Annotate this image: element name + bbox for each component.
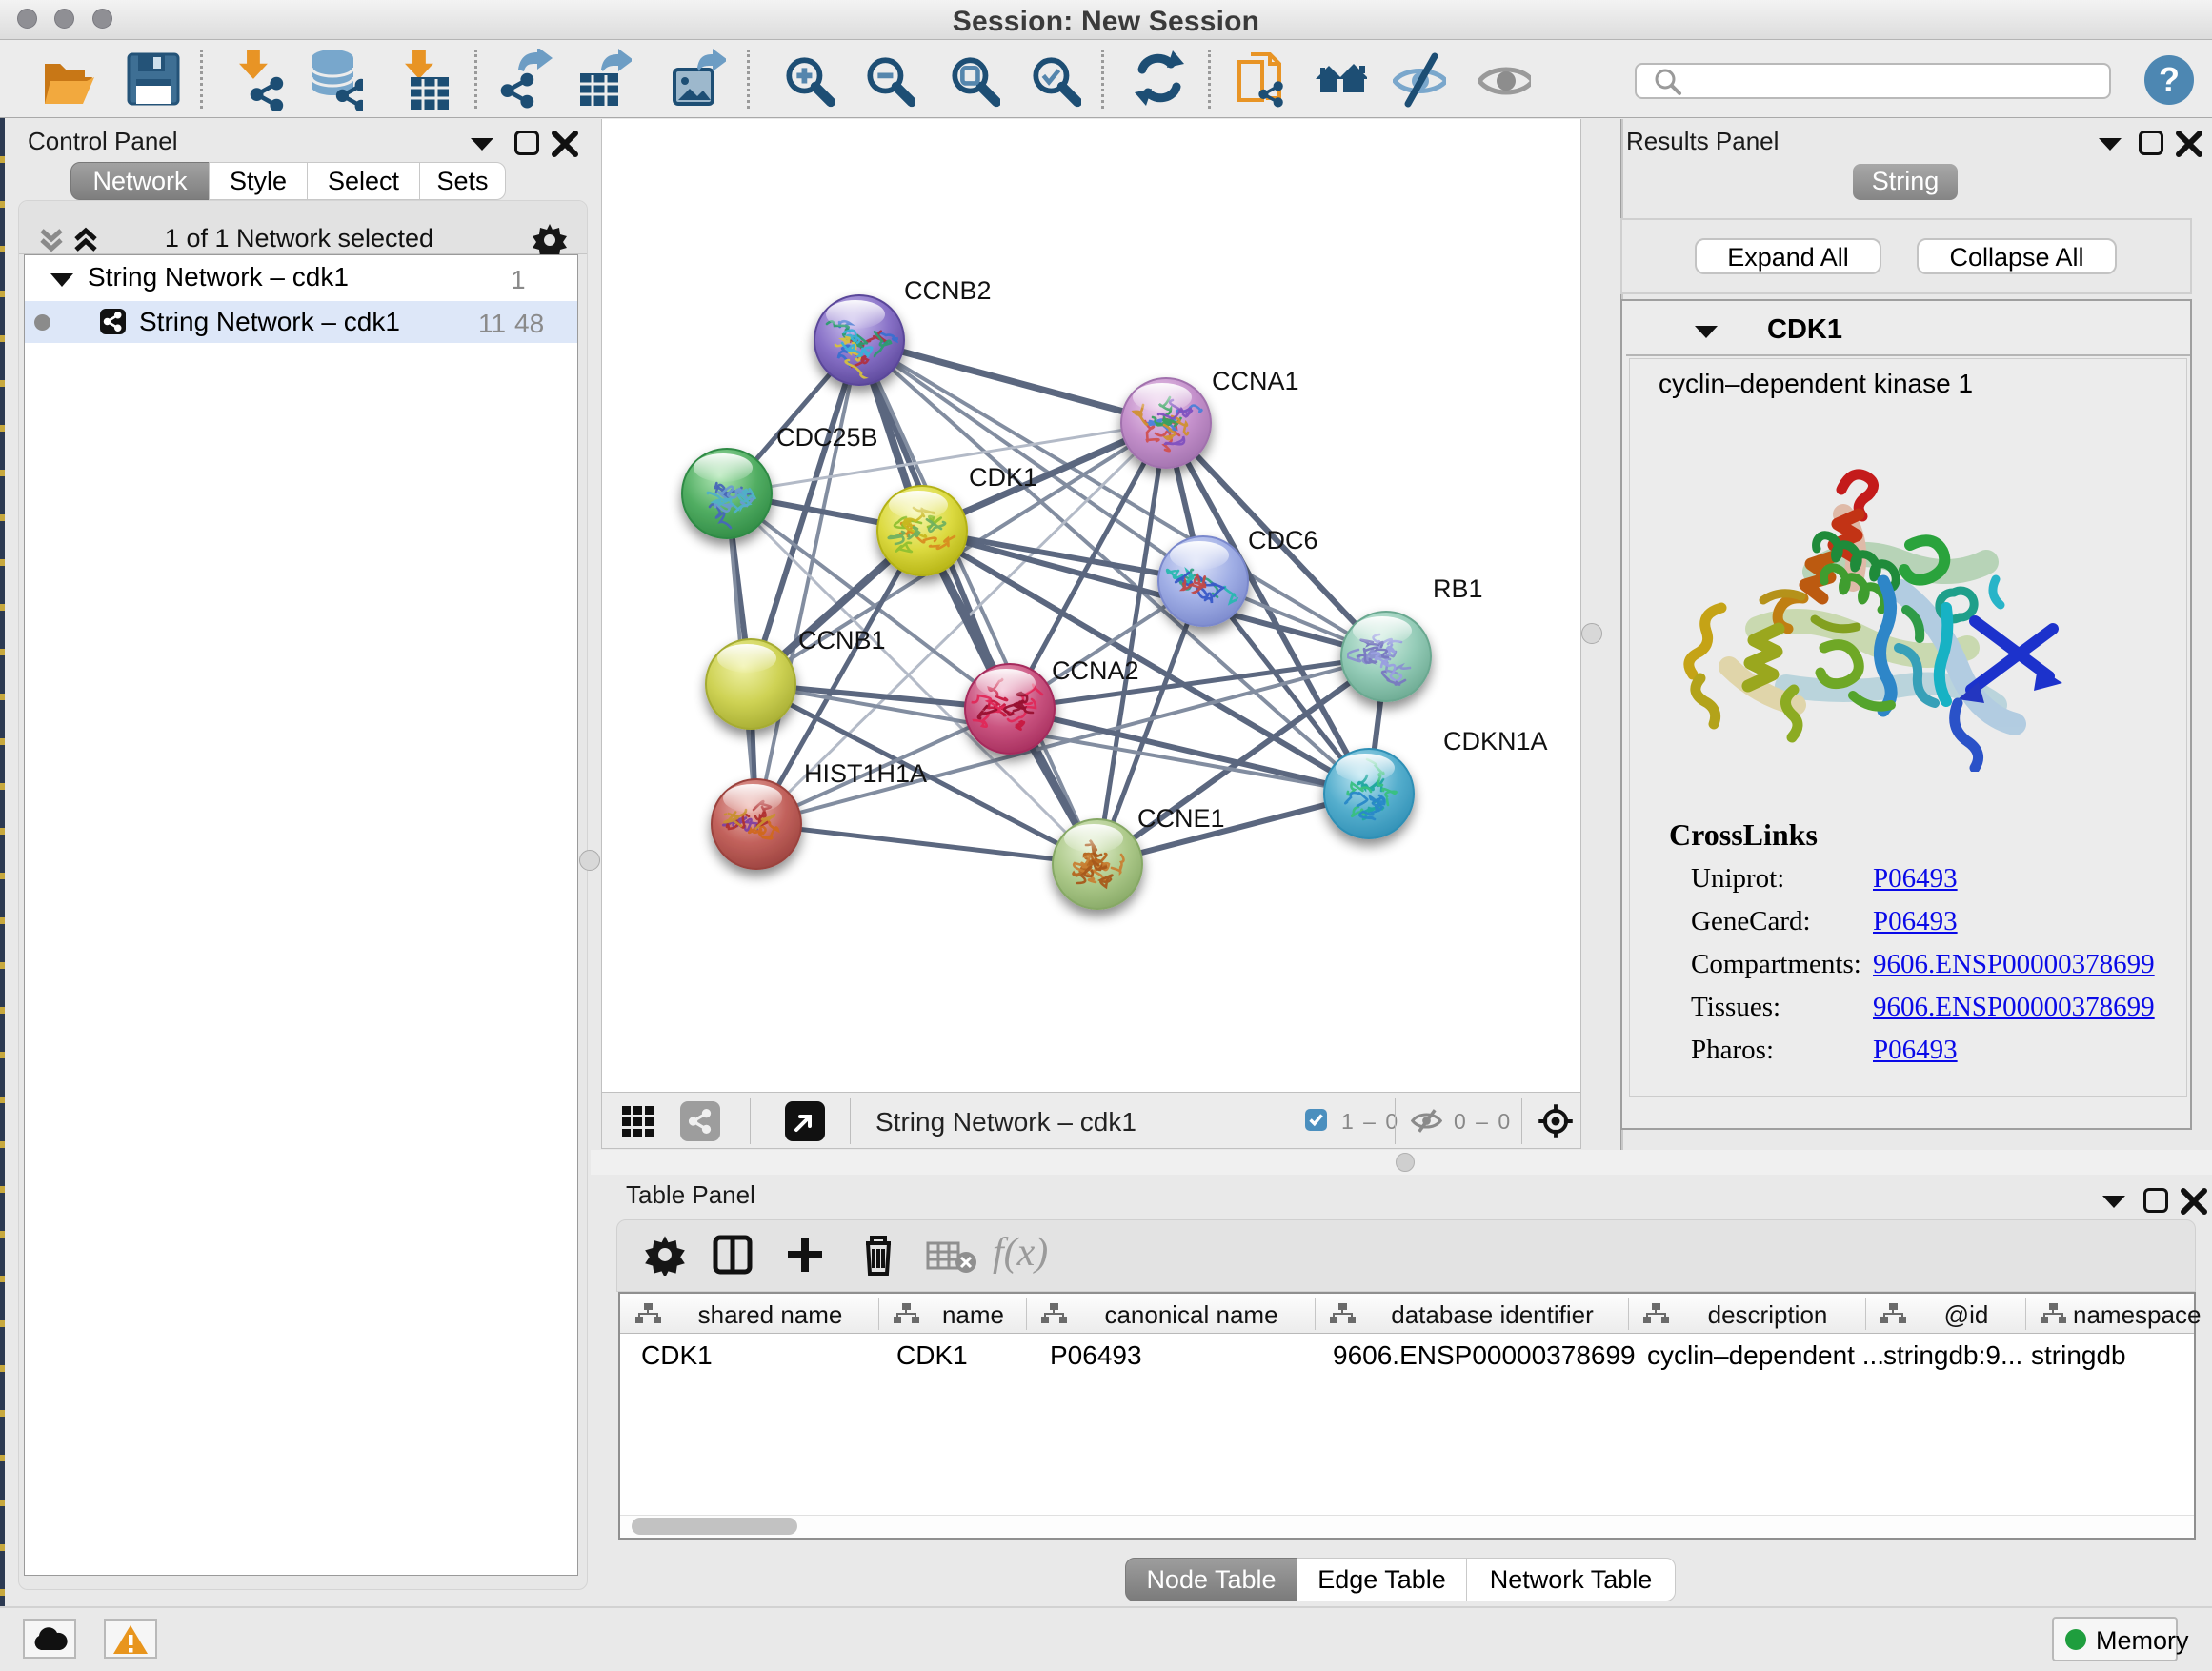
svg-text:CCNE1: CCNE1 <box>1137 804 1225 833</box>
svg-text:CDK1: CDK1 <box>969 463 1037 492</box>
svg-text:HIST1H1A: HIST1H1A <box>804 759 927 788</box>
svg-text:CCNA1: CCNA1 <box>1212 367 1299 395</box>
svg-text:CDKN1A: CDKN1A <box>1443 727 1548 755</box>
svg-text:CDC25B: CDC25B <box>776 423 878 452</box>
svg-text:CDC6: CDC6 <box>1248 526 1318 554</box>
svg-text:CCNA2: CCNA2 <box>1052 656 1139 685</box>
svg-text:RB1: RB1 <box>1433 574 1483 603</box>
svg-text:CCNB2: CCNB2 <box>904 276 992 305</box>
svg-text:CCNB1: CCNB1 <box>798 626 886 654</box>
